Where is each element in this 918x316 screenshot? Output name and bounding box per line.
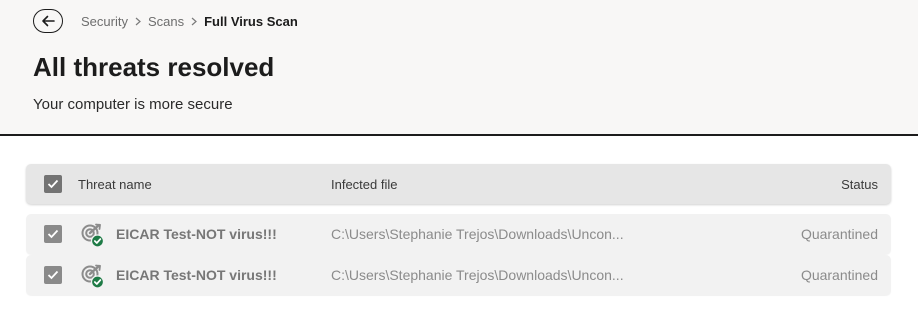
back-button[interactable]	[33, 9, 63, 33]
breadcrumb-security[interactable]: Security	[81, 14, 128, 29]
infected-file-path: C:\Users\Stephanie Trejos\Downloads\Unco…	[331, 267, 624, 283]
row-checkbox[interactable]	[44, 266, 62, 284]
breadcrumb: Security Scans Full Virus Scan	[81, 14, 298, 29]
select-all-checkbox[interactable]	[44, 175, 62, 193]
table-row[interactable]: EICAR Test-NOT virus!!! C:\Users\Stephan…	[26, 214, 891, 254]
infected-file-path: C:\Users\Stephanie Trejos\Downloads\Unco…	[331, 226, 624, 242]
breadcrumb-scans[interactable]: Scans	[148, 14, 184, 29]
page-title: All threats resolved	[33, 52, 275, 82]
threats-table-header: Threat name Infected file Status	[26, 164, 891, 204]
column-header-threat-name[interactable]: Threat name	[78, 177, 152, 192]
breadcrumb-current: Full Virus Scan	[204, 14, 298, 29]
column-header-infected-file[interactable]: Infected file	[331, 177, 398, 192]
threat-name: EICAR Test-NOT virus!!!	[116, 267, 277, 283]
chevron-right-icon	[135, 17, 141, 26]
threat-name: EICAR Test-NOT virus!!!	[116, 226, 277, 242]
page-header: Security Scans Full Virus Scan All threa…	[0, 0, 918, 136]
row-checkbox[interactable]	[44, 225, 62, 243]
checkmark-icon	[47, 270, 59, 280]
quarantined-threat-icon	[81, 223, 105, 248]
checkmark-icon	[47, 229, 59, 239]
status-label: Quarantined	[800, 267, 878, 283]
arrow-left-icon	[42, 15, 55, 27]
table-row[interactable]: EICAR Test-NOT virus!!! C:\Users\Stephan…	[26, 255, 891, 295]
checkmark-icon	[47, 179, 59, 189]
status-label: Quarantined	[800, 226, 878, 242]
quarantined-threat-icon	[81, 264, 105, 289]
column-header-status[interactable]: Status	[841, 177, 878, 192]
chevron-right-icon	[191, 17, 198, 26]
page-subtitle: Your computer is more secure	[33, 96, 233, 113]
